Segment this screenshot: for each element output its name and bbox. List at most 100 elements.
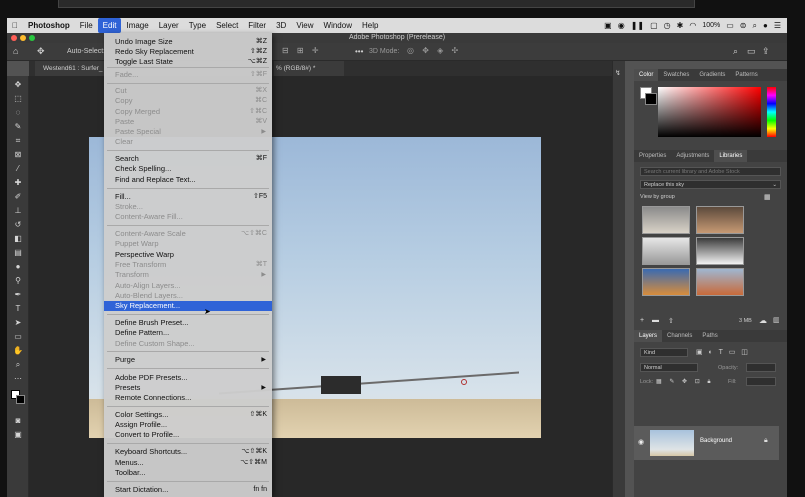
menu-item-cut[interactable]: Cut ⌘X: [104, 86, 272, 96]
close-window-icon[interactable]: [11, 35, 17, 41]
layer-row-background[interactable]: ◉ Background 🔒︎: [634, 426, 779, 460]
move-tool-icon[interactable]: ✥: [12, 80, 24, 90]
menu-image[interactable]: Image: [121, 18, 153, 33]
dodge-tool-icon[interactable]: ⚲: [12, 276, 24, 286]
type-tool-icon[interactable]: T: [12, 304, 24, 314]
menu-item-auto-align-layers[interactable]: Auto-Align Layers...: [104, 281, 272, 291]
path-select-icon[interactable]: ➤: [12, 318, 24, 328]
visibility-eye-icon[interactable]: ◉: [638, 438, 644, 446]
menu-item-puppet-warp[interactable]: Puppet Warp: [104, 239, 272, 249]
eyedropper-icon[interactable]: ⁄: [12, 164, 24, 174]
grid-view-icon[interactable]: ▦: [764, 193, 771, 201]
brush-tool-icon[interactable]: ✐: [12, 192, 24, 202]
menu-3d[interactable]: 3D: [271, 18, 291, 33]
library-thumb-3[interactable]: [642, 237, 690, 265]
zoom-tool-icon[interactable]: ⌕: [12, 360, 24, 370]
tab-layers[interactable]: Layers: [634, 330, 663, 342]
menu-item-define-brush-preset[interactable]: Define Brush Preset...: [104, 318, 272, 328]
workspace-icon[interactable]: ▭: [747, 46, 756, 57]
menu-item-redo-sky-replacement[interactable]: Redo Sky Replacement ⇧⌘Z: [104, 47, 272, 57]
menu-item-clear[interactable]: Clear: [104, 137, 272, 147]
3d-mode-icons[interactable]: ◎ ✥ ◈ ✣: [407, 46, 461, 55]
layer-name[interactable]: Background: [700, 438, 732, 444]
align-icons[interactable]: ⊟ ⊞ ✛: [282, 46, 322, 55]
history-panel-icon[interactable]: ↯: [615, 69, 621, 77]
menu-item-paste[interactable]: Paste ⌘V: [104, 117, 272, 127]
battery-icon[interactable]: ▭: [726, 21, 734, 30]
menu-edit[interactable]: Edit: [97, 18, 122, 33]
menu-item-find-and-replace-text[interactable]: Find and Replace Text...: [104, 175, 272, 185]
library-thumb-4[interactable]: [696, 237, 744, 265]
marquee-tool-icon[interactable]: ⬚: [12, 94, 24, 104]
stamp-tool-icon[interactable]: ⊥: [12, 206, 24, 216]
minimize-window-icon[interactable]: [20, 35, 26, 41]
quick-select-icon[interactable]: ✎: [12, 122, 24, 132]
library-search-input[interactable]: Search current library and Adobe Stock: [640, 167, 781, 176]
menu-photoshop[interactable]: Photoshop: [23, 18, 75, 33]
hue-slider[interactable]: [767, 87, 776, 137]
menu-item-toolbar[interactable]: Toolbar...: [104, 468, 272, 478]
menu-item-convert-to-profile[interactable]: Convert to Profile...: [104, 430, 272, 440]
frame-tool-icon[interactable]: ⊠: [12, 150, 24, 160]
blend-mode-select[interactable]: Normal: [640, 363, 698, 372]
library-thumb-5[interactable]: [642, 268, 690, 296]
menu-item-purge[interactable]: Purge ▶: [104, 355, 272, 365]
apple-icon[interactable]: : [7, 18, 23, 33]
library-thumb-6[interactable]: [696, 268, 744, 296]
library-thumb-2[interactable]: [696, 206, 744, 234]
menu-item-adobe-pdf-presets[interactable]: Adobe PDF Presets...: [104, 373, 272, 383]
doc-tab-active[interactable]: % (RGB/8#) *: [274, 61, 344, 76]
menu-layer[interactable]: Layer: [154, 18, 184, 33]
menu-window[interactable]: Window: [319, 18, 357, 33]
menu-item-keyboard-shortcuts[interactable]: Keyboard Shortcuts... ⌥⇧⌘K: [104, 447, 272, 457]
gradient-tool-icon[interactable]: ▤: [12, 248, 24, 258]
layer-kind-filter[interactable]: Kind: [640, 348, 688, 357]
auto-select-checkbox[interactable]: Auto-Select:: [67, 48, 105, 55]
menu-item-toggle-last-state[interactable]: Toggle Last State ⌥⌘Z: [104, 57, 272, 67]
trash-icon[interactable]: ▥: [773, 316, 780, 324]
search-icon[interactable]: ⌕: [753, 21, 757, 31]
menu-item-copy-merged[interactable]: Copy Merged ⇧⌘C: [104, 107, 272, 117]
move-tool-icon[interactable]: ✥: [37, 46, 45, 57]
history-brush-icon[interactable]: ↺: [12, 220, 24, 230]
menu-item-menus[interactable]: Menus... ⌥⇧⌘M: [104, 458, 272, 468]
quick-mask-icon[interactable]: ◙: [12, 416, 24, 426]
layer-filter-icons[interactable]: ▣ ◐ T ▭ ◫: [696, 348, 750, 356]
menu-item-fill[interactable]: Fill... ⇧F5: [104, 192, 272, 202]
menu-item-assign-profile[interactable]: Assign Profile...: [104, 420, 272, 430]
more-tools-icon[interactable]: ⋯: [12, 374, 24, 384]
user-icon[interactable]: ●: [763, 21, 768, 30]
tab-properties[interactable]: Properties: [634, 150, 671, 162]
menu-item-start-dictation[interactable]: Start Dictation... fn fn: [104, 485, 272, 495]
menu-item-stroke[interactable]: Stroke...: [104, 202, 272, 212]
hand-tool-icon[interactable]: ✋: [12, 346, 24, 356]
menu-item-define-custom-shape[interactable]: Define Custom Shape...: [104, 339, 272, 349]
lock-icons[interactable]: ▦ ✎ ✥ ⊡ 🔒︎: [656, 378, 714, 386]
view-by-group[interactable]: View by group: [640, 194, 675, 200]
lasso-tool-icon[interactable]: ◌: [12, 108, 24, 118]
crop-tool-icon[interactable]: ⌗: [12, 136, 24, 146]
menu-item-remote-connections[interactable]: Remote Connections...: [104, 393, 272, 403]
tab-color[interactable]: Color: [634, 69, 659, 81]
blur-tool-icon[interactable]: ●: [12, 262, 24, 272]
menu-item-copy[interactable]: Copy ⌘C: [104, 96, 272, 106]
tab-paths[interactable]: Paths: [697, 330, 722, 342]
menu-filter[interactable]: Filter: [243, 18, 271, 33]
menu-item-define-pattern[interactable]: Define Pattern...: [104, 328, 272, 338]
library-select[interactable]: Replace this sky ⌄: [640, 180, 781, 189]
tab-channels[interactable]: Channels: [662, 330, 697, 342]
menu-help[interactable]: Help: [357, 18, 383, 33]
menu-icon[interactable]: ☰: [774, 21, 781, 30]
background-color-swatch[interactable]: [16, 395, 25, 404]
tab-gradients[interactable]: Gradients: [694, 69, 730, 81]
wifi-icon[interactable]: ◠: [689, 21, 696, 30]
home-icon[interactable]: ⌂: [13, 46, 18, 56]
menu-item-content-aware-scale[interactable]: Content-Aware Scale ⌥⇧⌘C: [104, 229, 272, 239]
menu-item-check-spelling[interactable]: Check Spelling...: [104, 164, 272, 174]
screen-mode-icon[interactable]: ▣: [12, 430, 24, 440]
more-icon[interactable]: •••: [355, 47, 363, 56]
bg-color-swatch[interactable]: [645, 93, 657, 105]
tab-adjustments[interactable]: Adjustments: [671, 150, 714, 162]
menu-type[interactable]: Type: [184, 18, 211, 33]
screen-record-icon[interactable]: ▣: [604, 21, 612, 30]
